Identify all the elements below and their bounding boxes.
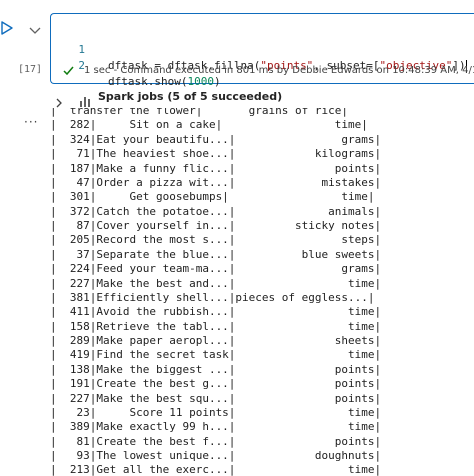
output-row: | 138|Make the biggest ...| points| [50,362,382,376]
output-row: | 419|Find the secret task| time| [50,348,382,362]
output-row: | 23| Score 11 points| time| [50,405,382,419]
output-row: | 213|Get all the exerc...| time| [50,463,382,476]
output-row: | 37|Separate the blue...| blue sweets| [50,247,382,261]
execution-status: 1 sec - Command executed in 801 ms by De… [51,63,474,79]
output-row: | 372|Catch the potatoe...| animals| [50,204,382,218]
bar-chart-icon [79,92,92,107]
status-text: 1 sec - Command executed in 801 ms by De… [84,65,474,76]
spark-jobs-toggle[interactable]: Spark jobs (5 of 5 succeeded) [50,88,474,108]
chevron-right-icon[interactable] [55,93,63,108]
output-row: | 191|Create the best g...| points| [50,377,382,391]
output-row: | 205|Record the most s...| steps| [50,233,382,247]
output-row: | 71|The heaviest shoe...| kilograms| [50,147,382,161]
checkmark-icon [63,66,74,76]
execution-count: [17] [18,64,43,75]
chevron-down-icon[interactable] [28,22,42,34]
output-row: | 389|Make exactly 99 h...| time| [50,420,382,434]
output-row: | 158|Retrieve the tabl...| time| [50,319,382,333]
output-row: | 324|Eat your beautifu...| grams| [50,132,382,146]
output-row: | 227|Make the best and...| time| [50,276,382,290]
more-options-icon[interactable]: ··· [24,115,38,129]
run-cell-icon[interactable] [0,20,14,36]
code-cell[interactable]: 1 dftask = dftask.fillna("points", subse… [50,13,474,88]
output-rows: | transfer the flower| grains of rice| | … [50,108,381,476]
output-row: | 289|Make paper aeropl...| sheets| [50,334,382,347]
output-row: | 47|Order a pizza wit...| mistakes| [50,175,382,189]
code-line[interactable]: 1 dftask = dftask.fillna("points", subse… [51,26,474,73]
output-row: | 411|Avoid the rubbish...| time| [50,305,382,319]
output-row: | 227|Make the best squ...| points| [50,391,382,405]
output-row: | 87|Cover yourself in...| sticky notes| [50,219,382,232]
output-row: | 81|Create the best f...| points| [50,434,382,448]
output-row: | 224|Feed your team-ma...| grams| [50,262,382,276]
spark-jobs-label: Spark jobs (5 of 5 succeeded) [98,90,283,103]
output-row: | transfer the flower| grains of rice| [50,108,349,117]
cell-output: | transfer the flower| grains of rice| | … [50,108,474,476]
output-row: | 381|Efficiently shell...|pieces of egg… [50,290,375,304]
output-row: | 282| Sit on a cake| time| [50,118,368,132]
output-row: | 93|The lowest unique...| doughnuts| [50,449,382,462]
output-row: | 187|Make a funny flic...| points| [50,161,382,175]
code-line[interactable]: 2 dftask.show(1000) [51,42,474,88]
output-row: | 301| Get goosebumps| time| [50,190,375,204]
